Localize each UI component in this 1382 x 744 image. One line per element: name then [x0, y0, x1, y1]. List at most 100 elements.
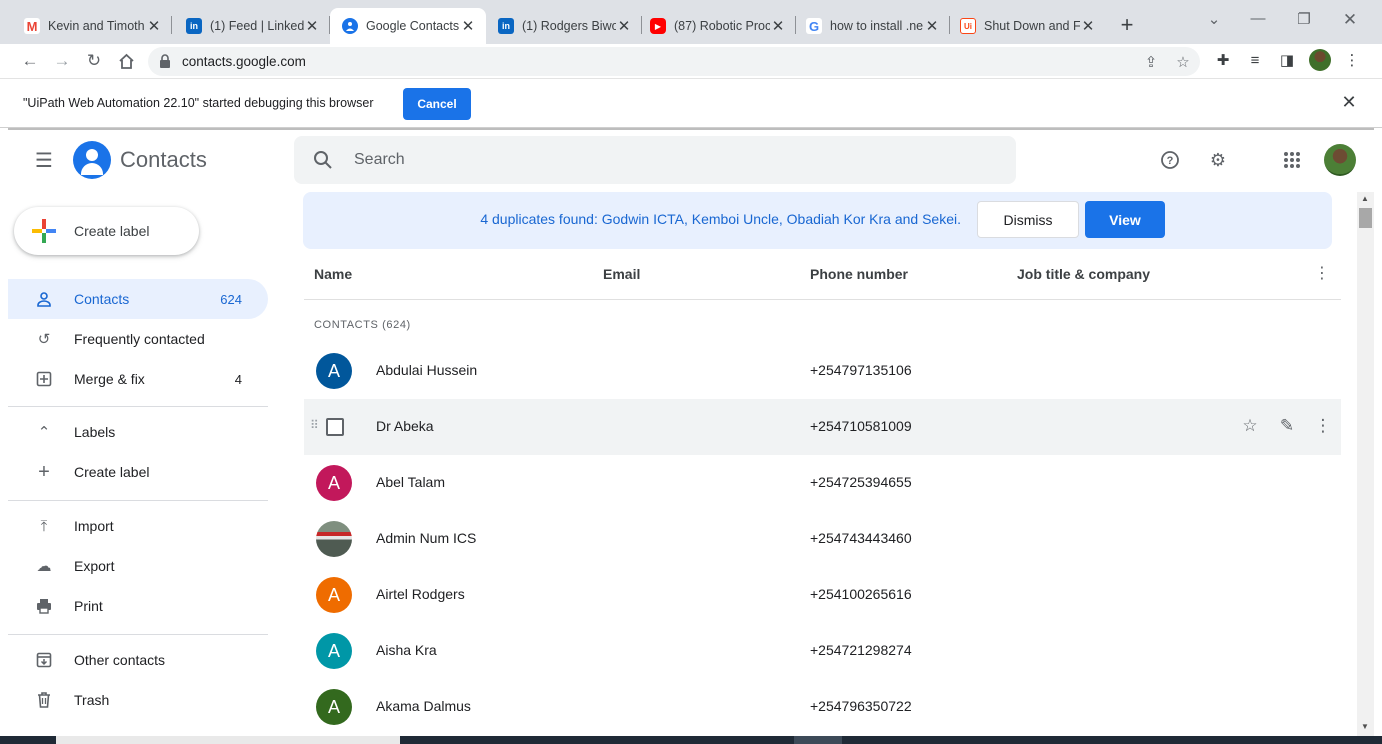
column-options-more-icon[interactable]: ⋮ — [1312, 262, 1332, 284]
tab-google-contacts[interactable]: Google Contacts ✕ — [330, 8, 486, 44]
duplicates-message: 4 duplicates found: Godwin ICTA, Kemboi … — [480, 211, 961, 227]
trash-icon — [34, 690, 54, 710]
search-input[interactable] — [354, 148, 954, 172]
close-icon[interactable]: ✕ — [770, 17, 786, 35]
table-row[interactable]: A Abdulai Hussein +254797135106 — [304, 343, 1341, 399]
search-icon[interactable] — [312, 149, 334, 171]
infobar-close-icon[interactable]: ✕ — [1338, 92, 1360, 113]
drag-handle-icon[interactable]: ⠿ — [310, 418, 319, 432]
apps-grid-icon[interactable] — [1280, 148, 1304, 172]
close-icon[interactable]: ✕ — [146, 17, 162, 35]
star-icon[interactable]: ☆ — [1239, 415, 1261, 437]
account-avatar[interactable] — [1324, 144, 1356, 176]
contact-phone: +254743443460 — [810, 530, 912, 546]
window-close-icon[interactable]: ✕ — [1338, 10, 1362, 30]
sidebar-item-trash[interactable]: Trash — [8, 680, 268, 720]
forward-arrow-icon[interactable]: → — [50, 49, 74, 73]
linkedin-icon: in — [498, 18, 514, 34]
view-duplicates-button[interactable]: View — [1085, 201, 1165, 238]
labels-toggle[interactable]: ⌃ Labels — [8, 412, 268, 452]
row-more-icon[interactable]: ⋮ — [1312, 415, 1334, 437]
contact-name: Abel Talam — [376, 474, 446, 490]
scrollbar-thumb[interactable] — [1359, 208, 1372, 228]
app-title[interactable]: Contacts — [120, 147, 207, 173]
new-tab-plus-icon[interactable]: + — [1116, 12, 1138, 38]
tab-linkedin-profile[interactable]: in (1) Rodgers Biwo ✕ — [486, 8, 642, 44]
tab-uipath[interactable]: Ui Shut Down and F ✕ — [950, 8, 1106, 44]
close-icon[interactable]: ✕ — [304, 17, 320, 35]
close-icon[interactable]: ✕ — [616, 17, 632, 35]
sidebar-item-merge-fix[interactable]: Merge & fix 4 — [8, 359, 268, 399]
column-header-email[interactable]: Email — [603, 266, 640, 282]
reload-icon[interactable]: ↻ — [82, 49, 106, 73]
table-row[interactable]: A Akama Dalmus +254796350722 — [304, 679, 1341, 735]
tab-google-search[interactable]: G how to install .ne ✕ — [796, 8, 950, 44]
search-bar[interactable] — [294, 136, 1016, 184]
url-text: contacts.google.com — [182, 54, 306, 69]
os-taskbar — [0, 736, 1382, 744]
settings-gear-icon[interactable]: ⚙ — [1206, 148, 1230, 172]
sidebar-item-import[interactable]: ⤒ Import — [8, 506, 268, 546]
contacts-icon — [342, 18, 358, 34]
contact-phone: +254100265616 — [810, 586, 912, 602]
restore-icon[interactable]: ❐ — [1292, 10, 1316, 28]
main-menu-icon[interactable]: ☰ — [30, 146, 58, 174]
youtube-icon: ▶ — [650, 18, 666, 34]
table-row[interactable]: A Abel Talam +254725394655 — [304, 455, 1341, 511]
sidebar-item-label: Other contacts — [74, 652, 166, 668]
tab-linkedin-feed[interactable]: in (1) Feed | LinkedI ✕ — [172, 8, 330, 44]
table-row[interactable]: A Airtel Rodgers +254100265616 — [304, 567, 1341, 623]
scroll-up-arrow-icon[interactable]: ▲ — [1361, 194, 1369, 203]
sidebar-item-other-contacts[interactable]: Other contacts — [8, 640, 268, 680]
row-select-checkbox[interactable] — [326, 418, 344, 436]
duplicates-banner: 4 duplicates found: Godwin ICTA, Kemboi … — [303, 192, 1332, 249]
table-row[interactable]: Admin Num ICS +254743443460 — [304, 511, 1341, 567]
scroll-down-arrow-icon[interactable]: ▼ — [1361, 722, 1369, 731]
colorful-plus-icon — [32, 219, 56, 243]
cancel-debugging-button[interactable]: Cancel — [403, 88, 471, 120]
table-row[interactable]: ⠿ Dr Abeka +254710581009 ☆ ✎ ⋮ — [304, 399, 1341, 455]
contact-phone: +254797135106 — [810, 362, 912, 378]
extensions-puzzle-icon[interactable]: ✚ — [1212, 49, 1234, 71]
column-header-phone[interactable]: Phone number — [810, 266, 908, 282]
back-arrow-icon[interactable]: ← — [18, 49, 42, 73]
help-icon[interactable]: ? — [1158, 148, 1182, 172]
close-icon[interactable]: ✕ — [924, 17, 940, 35]
tab-search-chevron-icon[interactable]: ⌄ — [1202, 10, 1226, 28]
column-header-job[interactable]: Job title & company — [1017, 266, 1150, 282]
sidebar-item-contacts[interactable]: Contacts 624 — [8, 279, 268, 319]
browser-menu-icon[interactable]: ⋮ — [1341, 49, 1363, 71]
tab-gmail[interactable]: M Kevin and Timoth ✕ — [0, 8, 172, 44]
browser-profile-avatar[interactable] — [1309, 49, 1331, 71]
side-panel-icon[interactable]: ◨ — [1276, 49, 1298, 71]
close-icon[interactable]: ✕ — [460, 17, 476, 35]
sidebar-item-frequently-contacted[interactable]: ↺ Frequently contacted — [8, 319, 268, 359]
taskbar-search-box[interactable] — [56, 736, 400, 744]
column-header-name[interactable]: Name — [314, 266, 352, 282]
share-icon[interactable]: ⇪ — [1142, 54, 1160, 71]
minimize-icon[interactable]: — — [1246, 10, 1270, 27]
reading-list-icon[interactable]: ≡ — [1244, 49, 1266, 71]
sidebar-item-print[interactable]: Print — [8, 586, 268, 626]
avatar: A — [316, 465, 352, 501]
tab-title: (87) Robotic Proc — [674, 19, 770, 33]
taskbar-active-app[interactable] — [794, 736, 842, 744]
home-icon[interactable] — [114, 49, 138, 73]
dismiss-button[interactable]: Dismiss — [977, 201, 1079, 238]
table-row[interactable]: A Aisha Kra +254721298274 — [304, 623, 1341, 679]
edit-pencil-icon[interactable]: ✎ — [1276, 415, 1298, 437]
sidebar-item-export[interactable]: ☁ Export — [8, 546, 268, 586]
address-bar[interactable]: contacts.google.com ⇪ ☆ — [148, 47, 1200, 76]
bookmark-star-icon[interactable]: ☆ — [1174, 54, 1192, 71]
page-scrollbar[interactable]: ▲ ▼ — [1357, 192, 1374, 736]
contact-name: Aisha Kra — [376, 642, 437, 658]
upload-icon: ⤒ — [40, 517, 48, 535]
tab-title: (1) Feed | LinkedI — [210, 19, 304, 33]
contact-phone: +254721298274 — [810, 642, 912, 658]
create-label-item[interactable]: + Create label — [8, 452, 268, 492]
close-icon[interactable]: ✕ — [1080, 17, 1096, 35]
create-contact-button[interactable]: Create label — [14, 207, 199, 255]
contacts-section-label: CONTACTS (624) — [314, 319, 411, 331]
contact-name: Akama Dalmus — [376, 698, 471, 714]
tab-youtube[interactable]: ▶ (87) Robotic Proc ✕ — [642, 8, 796, 44]
